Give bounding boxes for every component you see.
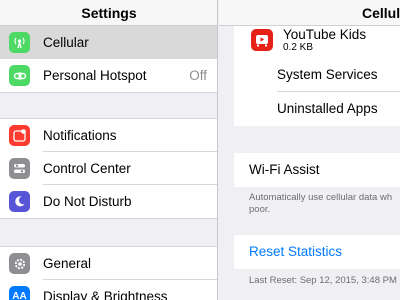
sidebar-item-general[interactable]: General: [0, 247, 217, 280]
sidebar-item-label: Display & Brightness: [43, 289, 168, 300]
reset-statistics-button[interactable]: Reset Statistics: [234, 235, 400, 269]
wifi-assist-footnote: Automatically use cellular data wh poor.: [249, 192, 400, 216]
sidebar-item-label: Notifications: [43, 128, 117, 143]
uninstalled-apps-row[interactable]: Uninstalled Apps: [234, 92, 400, 126]
settings-sidebar: Settings Cellular Personal Hotspot Off N…: [0, 0, 218, 300]
sidebar-item-control-center[interactable]: Control Center: [0, 152, 217, 185]
control-center-icon: [9, 158, 30, 179]
row-label: System Services: [277, 67, 378, 82]
gear-icon: [9, 253, 30, 274]
sidebar-item-personal-hotspot[interactable]: Personal Hotspot Off: [0, 59, 217, 92]
cellular-antenna-icon: [9, 32, 30, 53]
sidebar-item-cellular[interactable]: Cellular: [0, 26, 217, 59]
sidebar-item-do-not-disturb[interactable]: Do Not Disturb: [0, 185, 217, 218]
personal-hotspot-icon: [9, 65, 30, 86]
detail-page-title: Cellular: [362, 5, 400, 21]
wifi-assist-group: Wi-Fi Assist: [234, 153, 400, 187]
sidebar-item-label: Control Center: [43, 161, 131, 176]
app-name: YouTube Kids: [283, 27, 367, 42]
usage-group: System Services Uninstalled Apps: [234, 58, 400, 126]
footnote-line: Automatically use cellular data wh: [249, 192, 393, 203]
sidebar-item-label: Cellular: [43, 35, 89, 50]
last-reset-text: Last Reset: Sep 12, 2015, 3:48 PM: [249, 275, 397, 286]
settings-group-general: General AA Display & Brightness: [0, 246, 217, 300]
settings-nav-bar: Settings: [0, 0, 217, 26]
page-title: Settings: [81, 5, 137, 21]
app-data-size: 0.2 KB: [283, 42, 314, 53]
cellular-detail-pane: YouTube Kids 0.2 KB Cellular System Serv…: [219, 0, 400, 300]
sidebar-item-label: Do Not Disturb: [43, 194, 132, 209]
youtube-kids-icon: [251, 29, 273, 51]
hotspot-status-value: Off: [189, 68, 207, 83]
wifi-assist-label: Wi-Fi Assist: [249, 162, 320, 177]
system-services-row[interactable]: System Services: [234, 58, 400, 92]
moon-icon: [9, 191, 30, 212]
display-brightness-icon: AA: [9, 286, 30, 300]
notifications-icon: [9, 125, 30, 146]
settings-group-connectivity: Cellular Personal Hotspot Off: [0, 26, 217, 93]
sidebar-item-label: General: [43, 256, 92, 271]
reset-group: Reset Statistics: [234, 235, 400, 269]
sidebar-item-label: Personal Hotspot: [43, 68, 147, 83]
wifi-assist-row[interactable]: Wi-Fi Assist: [234, 153, 400, 187]
footnote-line: poor.: [249, 204, 271, 215]
cellular-nav-bar: Cellular: [219, 0, 400, 26]
settings-group-notifications: Notifications Control Center Do Not Dist…: [0, 118, 217, 219]
sidebar-item-display-brightness[interactable]: AA Display & Brightness: [0, 280, 217, 300]
reset-statistics-label: Reset Statistics: [249, 244, 343, 259]
sidebar-item-notifications[interactable]: Notifications: [0, 119, 217, 152]
row-label: Uninstalled Apps: [277, 101, 378, 116]
